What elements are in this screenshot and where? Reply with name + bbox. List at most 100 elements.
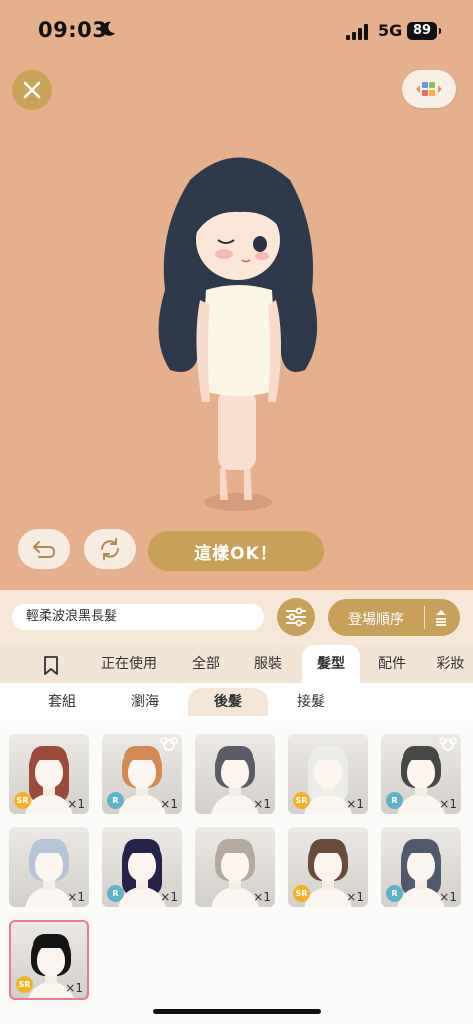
mannequin-head — [221, 849, 249, 881]
hair-item-card[interactable]: R ×1 — [381, 827, 461, 907]
mannequin-head — [407, 756, 435, 788]
mannequin-head — [314, 756, 342, 788]
category-tabs: 正在使用 全部 服裝 髮型 配件 彩妝 — [0, 645, 473, 683]
item-count: ×1 — [65, 981, 83, 995]
hair-fringe-shape — [310, 746, 346, 760]
mannequin-bust — [397, 794, 445, 814]
filter-button[interactable] — [277, 598, 315, 636]
bookmark-icon[interactable] — [43, 656, 59, 675]
mannequin-head — [128, 849, 156, 881]
tab-hairstyle[interactable]: 髮型 — [302, 645, 360, 683]
rarity-badge: R — [386, 792, 403, 809]
item-count: ×1 — [253, 890, 271, 904]
undo-icon — [33, 541, 55, 558]
hair-item-card[interactable]: SR ×1 — [288, 827, 368, 907]
mannequin-head — [128, 756, 156, 788]
subtab-back-hair[interactable]: 後髮 — [188, 688, 268, 716]
hair-item-card[interactable]: R ×1 — [381, 734, 461, 814]
item-name-bar: 輕柔波浪黑長髮 登場順序 — [0, 590, 473, 645]
network-type: 5G — [378, 21, 403, 40]
hair-fringe-shape — [217, 839, 253, 853]
item-count: ×1 — [67, 890, 85, 904]
confirm-ok-button[interactable]: 這樣OK！ — [148, 531, 324, 571]
mannequin-bust — [304, 887, 352, 907]
hair-fringe-shape — [124, 839, 160, 853]
hair-fringe-shape — [403, 839, 439, 853]
item-count: ×1 — [253, 797, 271, 811]
preview-area: 09:03 5G 89 這樣OK！ — [0, 0, 473, 590]
grid-colors-icon — [416, 82, 442, 96]
tab-accessories[interactable]: 配件 — [368, 645, 416, 683]
item-count: ×1 — [346, 890, 364, 904]
refresh-icon — [101, 538, 119, 560]
mannequin-head — [314, 849, 342, 881]
hair-item-card[interactable]: ×1 — [195, 827, 275, 907]
hair-item-card[interactable]: R ×1 — [102, 734, 182, 814]
item-name-field: 輕柔波浪黑長髮 — [12, 604, 264, 630]
rarity-badge: SR — [16, 976, 33, 993]
home-indicator — [153, 1009, 321, 1014]
hair-item-card[interactable]: ×1 — [195, 734, 275, 814]
mannequin-head — [407, 849, 435, 881]
status-bar: 09:03 5G 89 — [0, 0, 473, 60]
rarity-badge: R — [386, 885, 403, 902]
hair-fringe-shape — [31, 839, 67, 853]
close-icon — [23, 81, 41, 99]
randomize-button[interactable] — [84, 529, 136, 569]
subtab-set[interactable]: 套組 — [28, 688, 96, 716]
mannequin-bust — [118, 794, 166, 814]
rarity-badge: R — [107, 885, 124, 902]
signal-icon — [346, 24, 368, 40]
subtab-extensions[interactable]: 接髮 — [276, 688, 346, 716]
mannequin-head — [37, 944, 65, 976]
hair-fringe-shape — [403, 746, 439, 760]
tab-all[interactable]: 全部 — [180, 645, 232, 683]
rarity-badge: R — [107, 792, 124, 809]
hair-item-card[interactable]: SR ×1 — [288, 734, 368, 814]
tab-makeup[interactable]: 彩妝 — [428, 645, 473, 683]
moon-icon — [102, 21, 115, 36]
battery-indicator: 89 — [407, 22, 441, 40]
hair-item-card[interactable]: SR ×1 — [9, 920, 89, 1000]
hair-item-card[interactable]: SR ×1 — [9, 734, 89, 814]
item-count: ×1 — [346, 797, 364, 811]
hair-item-card[interactable]: R ×1 — [102, 827, 182, 907]
rarity-badge: SR — [293, 885, 310, 902]
subtab-bangs[interactable]: 瀏海 — [110, 688, 180, 716]
item-count: ×1 — [439, 797, 457, 811]
hair-fringe-shape — [310, 839, 346, 853]
mannequin-bust — [25, 887, 73, 907]
tab-in-use[interactable]: 正在使用 — [92, 645, 166, 683]
item-grid: SR ×1 R ×1 ×1 SR ×1 R ×1 ×1 R ×1 ×1 SR ×1 R ×1 SR ×1 — [0, 721, 473, 1024]
rarity-badge: SR — [293, 792, 310, 809]
tab-clothing[interactable]: 服裝 — [242, 645, 294, 683]
bear-icon — [160, 737, 178, 751]
sort-ascending-icon — [436, 610, 446, 626]
layout-toggle-button[interactable] — [402, 70, 456, 108]
hair-fringe-shape — [124, 746, 160, 760]
hair-fringe-shape — [33, 934, 69, 948]
item-count: ×1 — [439, 890, 457, 904]
mannequin-head — [35, 756, 63, 788]
mannequin-head — [221, 756, 249, 788]
status-time: 09:03 — [38, 18, 108, 42]
undo-button[interactable] — [18, 529, 70, 569]
sliders-icon — [286, 607, 306, 627]
mannequin-head — [35, 849, 63, 881]
sort-order-button[interactable]: 登場順序 — [328, 599, 460, 636]
item-count: ×1 — [67, 797, 85, 811]
sort-order-label: 登場順序 — [348, 612, 404, 628]
hair-item-card[interactable]: ×1 — [9, 827, 89, 907]
item-count: ×1 — [160, 797, 178, 811]
sort-divider — [424, 606, 425, 629]
avatar-character — [158, 157, 318, 511]
subcategory-tabs: 套組 瀏海 後髮 接髮 — [0, 683, 473, 721]
mannequin-bust — [211, 887, 259, 907]
bear-icon — [439, 737, 457, 751]
item-count: ×1 — [160, 890, 178, 904]
close-button[interactable] — [12, 70, 52, 110]
mannequin-bust — [211, 794, 259, 814]
rarity-badge: SR — [14, 792, 31, 809]
hair-fringe-shape — [31, 746, 67, 760]
hair-fringe-shape — [217, 746, 253, 760]
